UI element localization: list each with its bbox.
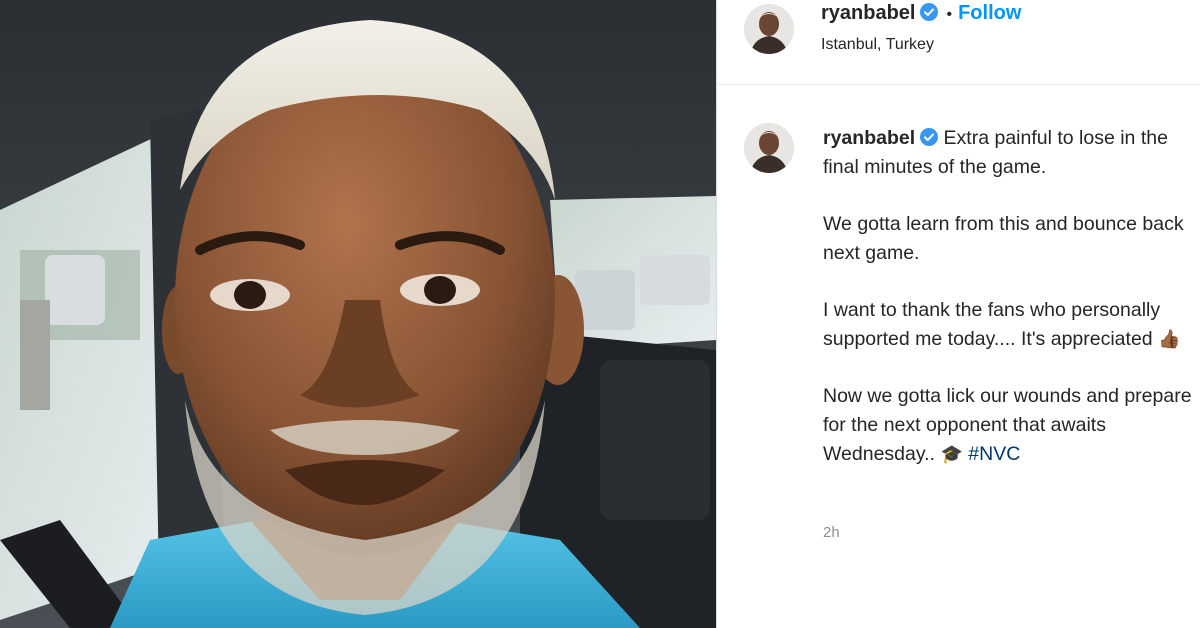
post-timestamp[interactable]: 2h [823, 524, 840, 541]
follow-button[interactable]: Follow [958, 2, 1021, 24]
thumbs-up-icon: 👍🏾 [1158, 329, 1181, 349]
avatar-image [744, 123, 794, 173]
post-caption: ryanbabel Extra painful to lose in the f… [823, 124, 1195, 497]
caption-paragraph-4: Now we gotta lick our wounds and prepare… [823, 382, 1195, 469]
graduation-cap-icon: 🎓 [940, 444, 963, 464]
post-photo[interactable] [0, 0, 716, 628]
selfie-in-car-image [0, 0, 716, 628]
verified-badge-icon [920, 128, 939, 146]
caption-paragraph-3: I want to thank the fans who personally … [823, 296, 1195, 354]
header-user-line: ryanbabel • Follow [821, 2, 1021, 25]
caption-avatar[interactable] [744, 123, 794, 173]
caption-text-3: I want to thank the fans who personally … [823, 299, 1161, 350]
post-header: ryanbabel • Follow Istanbul, Turkey [717, 0, 1200, 85]
hashtag-link[interactable]: #NVC [968, 443, 1020, 465]
instagram-post: ryanbabel • Follow Istanbul, Turkey ryanba… [0, 0, 1200, 628]
caption-paragraph-2: We gotta learn from this and bounce back… [823, 213, 1184, 264]
post-details-panel: ryanbabel • Follow Istanbul, Turkey ryanba… [717, 0, 1200, 628]
separator-dot: • [946, 6, 953, 23]
avatar[interactable] [744, 4, 794, 54]
avatar-image [744, 4, 794, 54]
location-link[interactable]: Istanbul, Turkey [821, 36, 934, 54]
verified-badge-icon [920, 3, 939, 21]
caption-username-link[interactable]: ryanbabel [823, 127, 915, 149]
username-link[interactable]: ryanbabel [821, 2, 915, 24]
caption-paragraph-1: ryanbabel Extra painful to lose in the f… [823, 124, 1195, 182]
